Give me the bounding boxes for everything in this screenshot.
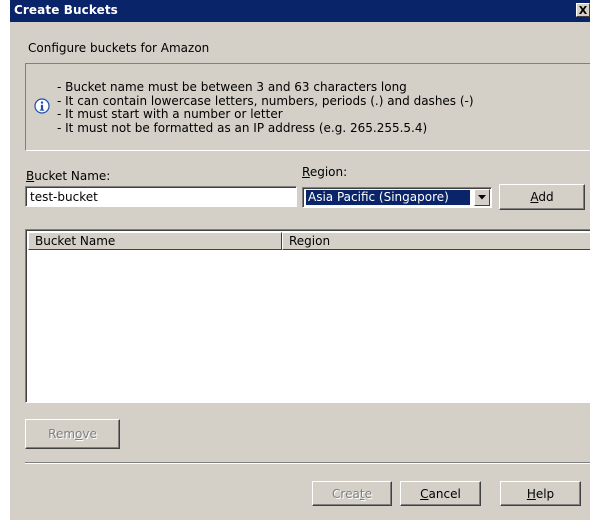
cancel-button[interactable]: Cancel — [400, 481, 481, 506]
column-header-bucket-name[interactable]: Bucket Name — [28, 232, 282, 250]
bucket-name-label: Bucket Name: — [26, 169, 111, 183]
info-line: - It can contain lowercase letters, numb… — [57, 93, 474, 108]
column-header-region[interactable]: Region — [282, 232, 590, 250]
info-line: - It must not be formatted as an IP addr… — [57, 120, 428, 135]
chevron-down-icon — [478, 195, 486, 200]
info-panel: - Bucket name must be between 3 and 63 c… — [25, 63, 590, 151]
title-bar[interactable]: Create Buckets X — [10, 0, 590, 22]
buckets-table[interactable]: Bucket Name Region — [25, 229, 590, 403]
remove-button[interactable]: Remove — [25, 419, 120, 449]
dialog-subheading: Configure buckets for Amazon — [28, 41, 210, 55]
add-button[interactable]: Add — [499, 184, 585, 210]
region-selected-value: Asia Pacific (Singapore) — [305, 189, 471, 206]
help-button[interactable]: Help — [500, 481, 581, 506]
create-button[interactable]: Create — [312, 481, 392, 506]
create-button-label: Create — [332, 487, 372, 501]
info-text: - Bucket name must be between 3 and 63 c… — [57, 80, 474, 135]
region-label: Region: — [302, 165, 348, 179]
bucket-name-input[interactable] — [25, 186, 297, 207]
info-icon — [34, 98, 50, 114]
create-buckets-dialog: Create Buckets X Configure buckets for A… — [10, 0, 590, 520]
info-line: - It must start with a number or letter — [57, 107, 283, 121]
info-line: - Bucket name must be between 3 and 63 c… — [57, 80, 407, 94]
add-button-label: Add — [530, 190, 554, 204]
region-dropdown[interactable]: Asia Pacific (Singapore) — [302, 187, 492, 208]
remove-button-label: Remove — [48, 427, 97, 441]
table-header: Bucket Name Region — [28, 232, 590, 250]
help-button-label: Help — [526, 487, 555, 501]
dropdown-button[interactable] — [474, 189, 490, 206]
separator — [25, 462, 590, 464]
window-title: Create Buckets — [14, 3, 118, 17]
close-button[interactable]: X — [576, 3, 590, 17]
cancel-button-label: Cancel — [420, 487, 461, 501]
